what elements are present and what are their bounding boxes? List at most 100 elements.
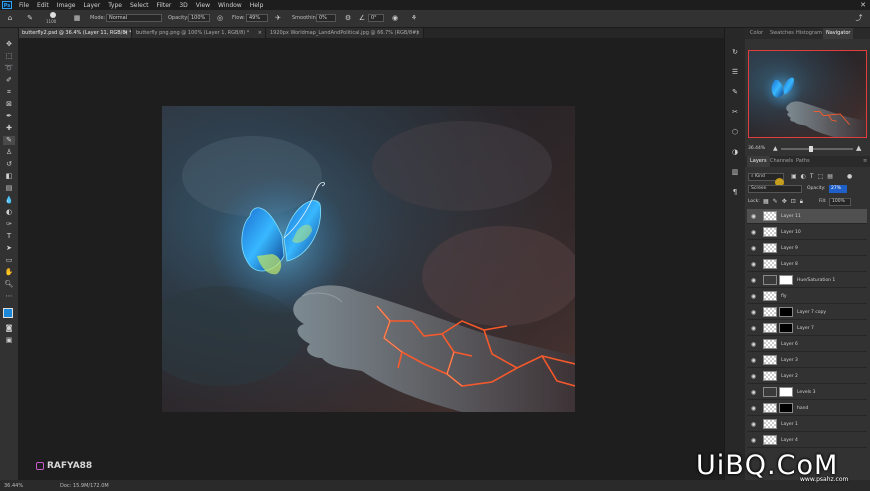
layer-row[interactable]: ◉ fly xyxy=(747,289,867,304)
layer-row[interactable]: ◉ hand xyxy=(747,401,867,416)
mode-select[interactable]: Normal xyxy=(106,14,162,22)
tools-options-icon[interactable]: ✂ xyxy=(729,108,741,117)
airbrush-icon[interactable]: ✈ xyxy=(274,14,282,22)
menu-layer[interactable]: Layer xyxy=(79,2,104,9)
visibility-eye-icon[interactable]: ◉ xyxy=(750,213,757,220)
shape-tool-icon[interactable]: ▭ xyxy=(3,256,15,265)
panel-menu-icon[interactable]: ≡ xyxy=(860,156,870,167)
blur-tool-icon[interactable]: 💧 xyxy=(3,196,15,205)
layer-row[interactable]: ◉ Layer 4 xyxy=(747,433,867,448)
quick-select-tool-icon[interactable]: ✐ xyxy=(3,76,15,85)
visibility-eye-icon[interactable]: ◉ xyxy=(750,325,757,332)
angle-field[interactable]: 0° xyxy=(368,14,384,22)
layer-row[interactable]: ◉ Layer 1 xyxy=(747,417,867,432)
visibility-eye-icon[interactable]: ◉ xyxy=(750,341,757,348)
type-tool-icon[interactable]: T xyxy=(3,232,15,241)
tab-channels[interactable]: Channels xyxy=(767,156,796,167)
close-icon[interactable]: × xyxy=(416,28,420,38)
marquee-tool-icon[interactable]: ⬚ xyxy=(3,52,15,61)
menu-edit[interactable]: Edit xyxy=(33,2,53,9)
symmetry-icon[interactable]: ⚘ xyxy=(410,14,418,22)
tab-paths[interactable]: Paths xyxy=(793,156,813,167)
3d-panel-icon[interactable]: ⬡ xyxy=(729,128,741,137)
gradient-tool-icon[interactable]: ▤ xyxy=(3,184,15,193)
adjustments-panel-icon[interactable]: ☰ xyxy=(729,68,741,77)
eyedropper-tool-icon[interactable]: ✒ xyxy=(3,112,15,121)
quick-mask-icon[interactable]: ◙ xyxy=(3,324,15,333)
fill-field[interactable]: 100% xyxy=(829,198,851,206)
properties-panel-icon[interactable]: ◑ xyxy=(729,148,741,157)
layer-row[interactable]: ◉ Layer 10 xyxy=(747,225,867,240)
menu-type[interactable]: Type xyxy=(104,2,126,9)
brush-tool-icon[interactable]: ✎ xyxy=(3,136,15,145)
zoom-level[interactable]: 36.44% xyxy=(4,483,23,489)
menu-file[interactable]: File xyxy=(15,2,33,9)
foreground-color-swatch[interactable] xyxy=(3,308,13,318)
layer-row[interactable]: ◉ Layer 8 xyxy=(747,257,867,272)
zoom-in-icon[interactable]: ▲ xyxy=(856,144,861,152)
clone-stamp-tool-icon[interactable]: ♙ xyxy=(3,148,15,157)
blend-mode-select[interactable]: Screen xyxy=(748,185,802,193)
filter-toggle-icon[interactable]: ● xyxy=(847,173,852,180)
close-icon[interactable]: × xyxy=(258,28,262,38)
layer-row[interactable]: ◉ Layer 7 copy xyxy=(747,305,867,320)
pressure-size-icon[interactable]: ◉ xyxy=(391,14,399,22)
layer-mask-thumbnail[interactable] xyxy=(779,403,793,413)
layer-mask-thumbnail[interactable] xyxy=(779,275,793,285)
brush-panel-icon[interactable]: ▦ xyxy=(73,14,81,22)
tab-histogram[interactable]: Histogram xyxy=(793,28,825,39)
layer-row[interactable]: ◉ Layer 9 xyxy=(747,241,867,256)
lock-icons[interactable]: ▦✎✥⊡🔒︎ xyxy=(763,198,807,206)
layer-mask-thumbnail[interactable] xyxy=(779,387,793,397)
window-close-icon[interactable]: ✕ xyxy=(860,1,870,9)
libraries-panel-icon[interactable]: ▥ xyxy=(729,168,741,177)
menu-help[interactable]: Help xyxy=(246,2,268,9)
share-icon[interactable]: ⤴ xyxy=(855,14,863,22)
tab-worldmap-jpg[interactable]: 1920px Worldmap_LandAndPolitical.jpg @ 6… xyxy=(266,28,424,38)
pressure-opacity-icon[interactable]: ◎ xyxy=(216,14,224,22)
tab-butterfly-png[interactable]: butterfly png.png @ 100% (Layer 1, RGB/8… xyxy=(132,28,266,38)
close-icon[interactable]: × xyxy=(124,28,128,38)
frame-tool-icon[interactable]: ⊠ xyxy=(3,100,15,109)
visibility-eye-icon[interactable]: ◉ xyxy=(750,261,757,268)
layer-row[interactable]: ◉ Layer 11 xyxy=(747,209,867,224)
visibility-eye-icon[interactable]: ◉ xyxy=(750,357,757,364)
smoothing-field[interactable]: 0% xyxy=(316,14,336,22)
home-icon[interactable]: ⌂ xyxy=(6,14,14,22)
lasso-tool-icon[interactable]: ➰ xyxy=(3,64,15,73)
visibility-eye-icon[interactable]: ◉ xyxy=(750,437,757,444)
zoom-tool-icon[interactable]: 🔍︎ xyxy=(3,280,15,289)
brush-tool-icon[interactable]: ✎ xyxy=(26,14,34,22)
layer-filter-icons[interactable]: ▣◐T⬚▤ xyxy=(791,173,837,180)
tab-butterfly2-psd[interactable]: butterfly2.psd @ 36.4% (Layer 11, RGB/8)… xyxy=(18,28,132,38)
move-tool-icon[interactable]: ✥ xyxy=(3,40,15,49)
layer-row[interactable]: ◉ Layer 6 xyxy=(747,337,867,352)
screen-mode-icon[interactable]: ▣ xyxy=(3,336,15,345)
layer-mask-thumbnail[interactable] xyxy=(779,323,793,333)
menu-image[interactable]: Image xyxy=(53,2,80,9)
hand-tool-icon[interactable]: ✋ xyxy=(3,268,15,277)
navigator-zoom-slider[interactable] xyxy=(781,146,853,152)
menu-filter[interactable]: Filter xyxy=(153,2,176,9)
menu-3d[interactable]: 3D xyxy=(175,2,191,9)
pen-tool-icon[interactable]: ✑ xyxy=(3,220,15,229)
layer-row[interactable]: ◉ Layer 3 xyxy=(747,353,867,368)
gear-icon[interactable]: ⚙ xyxy=(344,14,352,22)
history-panel-icon[interactable]: ↻ xyxy=(729,48,741,57)
tab-color[interactable]: Color xyxy=(747,28,766,39)
opacity-field[interactable]: 100% xyxy=(188,14,210,22)
visibility-eye-icon[interactable]: ◉ xyxy=(750,389,757,396)
document-canvas[interactable] xyxy=(162,106,575,412)
menu-view[interactable]: View xyxy=(192,2,214,9)
visibility-eye-icon[interactable]: ◉ xyxy=(750,277,757,284)
healing-brush-tool-icon[interactable]: ✚ xyxy=(3,124,15,133)
layer-opacity-field[interactable]: 27% xyxy=(829,185,847,193)
visibility-eye-icon[interactable]: ◉ xyxy=(750,245,757,252)
path-selection-tool-icon[interactable]: ➤ xyxy=(3,244,15,253)
visibility-eye-icon[interactable]: ◉ xyxy=(750,405,757,412)
menu-select[interactable]: Select xyxy=(126,2,153,9)
paragraph-panel-icon[interactable]: ¶ xyxy=(729,188,741,197)
layer-row[interactable]: ◉ Layer 2 xyxy=(747,369,867,384)
visibility-eye-icon[interactable]: ◉ xyxy=(750,373,757,380)
dodge-tool-icon[interactable]: ◐ xyxy=(3,208,15,217)
